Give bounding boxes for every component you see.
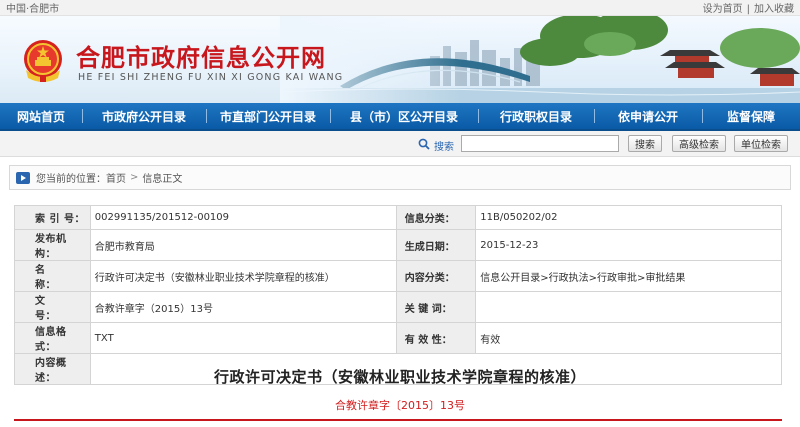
nav-item-home[interactable]: 网站首页 [0,102,82,130]
main-nav: 网站首页 市政府公开目录 市直部门公开目录 县（市）区公开目录 行政职权目录 依… [0,103,800,131]
index-number-value: 002991135/201512-00109 [89,205,397,230]
date-value: 2015-12-23 [475,229,782,261]
title-divider [14,419,782,421]
name-label: 名 称： [14,260,91,292]
search-icon [418,138,430,150]
nav-item-dept-catalog[interactable]: 市直部门公开目录 [206,102,330,130]
header-landscape-image [280,16,800,103]
site-title-pinyin: HE FEI SHI ZHENG FU XIN XI GONG KAI WANG [78,72,344,83]
publisher-value: 合肥市教育局 [89,229,397,261]
document-title: 行政许可决定书（安徽林业职业技术学院章程的核准） [213,368,586,386]
table-row: 索 引 号： 002991135/201512-00109 信息分类： 11B/… [14,205,782,230]
index-number-label: 索 引 号： [14,205,91,230]
advanced-search-button[interactable]: 高级检索 [672,135,726,152]
breadcrumb-prefix: 您当前的位置： [36,174,106,185]
keywords-value [475,291,782,323]
doc-number-label: 文 号： [14,291,91,323]
nav-item-supervision[interactable]: 监督保障 [702,102,800,130]
add-favorite-link[interactable]: 加入收藏 [754,4,794,15]
nav-item-admin-power-catalog[interactable]: 行政职权目录 [478,102,594,130]
region-label: 中国·合肥市 [6,4,60,15]
date-label: 生成日期： [395,229,477,261]
nav-item-county-catalog[interactable]: 县（市）区公开目录 [330,102,478,130]
table-row: 信息格式： TXT 有 效 性： 有效 [14,322,782,354]
content-category-value: 信息公开目录>行政执法>行政审批>审批结果 [475,260,782,292]
site-title: 合肥市政府信息公开网 [76,44,326,72]
top-strip: 中国·合肥市 设为首页 | 加入收藏 [0,0,800,16]
search-label: 搜索 [434,142,454,153]
search-input[interactable] [461,135,619,152]
breadcrumb-current: 信息正文 [142,174,183,185]
breadcrumb-separator: > [130,172,139,183]
nav-item-apply-disclosure[interactable]: 依申请公开 [594,102,702,130]
national-emblem-icon [24,40,62,82]
top-links-separator: | [746,4,750,15]
breadcrumb-arrow-icon [16,171,30,184]
table-row: 发布机构： 合肥市教育局 生成日期： 2015-12-23 [14,229,782,261]
set-home-link[interactable]: 设为首页 [703,4,743,15]
publisher-label: 发布机构： [14,229,91,261]
breadcrumb-home-link[interactable]: 首页 [106,170,126,185]
breadcrumb: 您当前的位置： 首页 > 信息正文 [9,165,791,190]
document-metadata-table: 索 引 号： 002991135/201512-00109 信息分类： 11B/… [14,205,783,385]
document-number: 合教许章字〔2015〕13号 [335,399,465,412]
doc-number-value: 合教许章字（2015）13号 [89,291,397,323]
keywords-label: 关 键 词： [395,291,477,323]
content-category-label: 内容分类： [395,260,477,292]
format-label: 信息格式： [14,322,91,354]
category-value: 11B/050202/02 [475,205,782,230]
search-bar: 搜索 搜索 高级检索 单位检索 [0,131,800,157]
unit-search-button[interactable]: 单位检索 [734,135,788,152]
name-value: 行政许可决定书（安徽林业职业技术学院章程的核准） [89,260,397,292]
nav-item-city-gov-catalog[interactable]: 市政府公开目录 [82,102,206,130]
search-button[interactable]: 搜索 [628,135,662,152]
table-row: 名 称： 行政许可决定书（安徽林业职业技术学院章程的核准） 内容分类： 信息公开… [14,260,782,292]
site-header: 合肥市政府信息公开网 HE FEI SHI ZHENG FU XIN XI GO… [0,16,800,103]
validity-value: 有效 [475,322,782,354]
validity-label: 有 效 性： [395,322,477,354]
table-row: 文 号： 合教许章字（2015）13号 关 键 词： [14,291,782,323]
format-value: TXT [89,322,397,354]
category-label: 信息分类： [395,205,477,230]
top-links: 设为首页 | 加入收藏 [703,0,794,15]
